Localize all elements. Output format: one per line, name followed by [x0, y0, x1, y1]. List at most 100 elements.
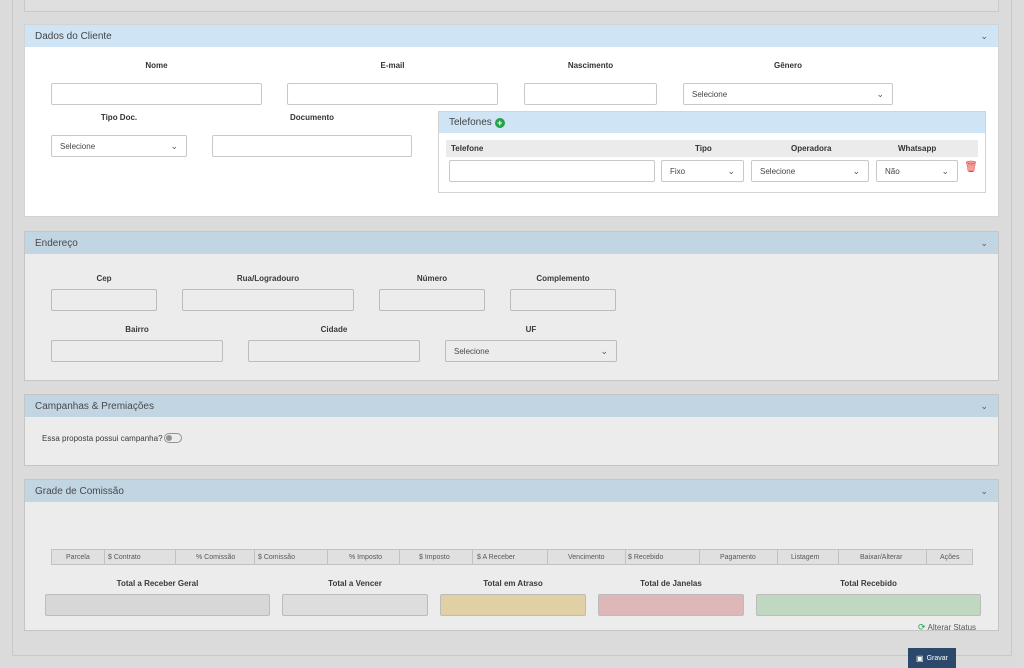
telefones-box: Telefones + Telefone Tipo Operadora What…	[438, 111, 986, 193]
telefone-input[interactable]	[449, 160, 655, 182]
tipo-value: Fixo	[670, 166, 686, 176]
telefones-header: Telefones +	[439, 112, 985, 133]
trash-icon[interactable]: 🗑	[964, 160, 978, 173]
cidade-label: Cidade	[320, 325, 348, 334]
cliente-header[interactable]: Dados do Cliente ⌄	[25, 25, 998, 47]
nome-input[interactable]	[51, 83, 262, 105]
telefones-table-header: Telefone Tipo Operadora Whatsapp	[446, 140, 978, 157]
chevron-down-icon: ⌄	[170, 140, 178, 151]
toggle-knob	[165, 435, 172, 441]
cliente-title: Dados do Cliente	[35, 30, 112, 42]
campanhas-panel: Campanhas & Premiações ⌄ Essa proposta p…	[24, 394, 999, 466]
chevron-down-icon: ⌄	[876, 88, 884, 99]
bairro-label: Bairro	[125, 325, 149, 334]
gravar-button[interactable]: ▣ Gravar	[908, 648, 956, 668]
campanhas-title: Campanhas & Premiações	[35, 400, 154, 412]
genero-label: Gênero	[773, 61, 802, 70]
col-comissao: $ Comissão	[258, 554, 295, 561]
tipo-doc-value: Selecione	[60, 141, 96, 151]
tipo-doc-select[interactable]: Selecione ⌄	[51, 135, 187, 157]
nascimento-input[interactable]	[524, 83, 657, 105]
nome-label: Nome	[145, 61, 168, 70]
col-perc-imposto: % Imposto	[349, 554, 383, 561]
col-perc-comissao: % Comissão	[196, 554, 236, 561]
operadora-select[interactable]: Selecione ⌄	[751, 160, 869, 182]
operadora-value: Selecione	[760, 166, 796, 176]
col-whatsapp: Whatsapp	[898, 144, 937, 153]
col-recebido: $ Recebido	[628, 554, 664, 561]
chevron-down-icon: ⌄	[941, 165, 949, 176]
grade-table-header: Parcela $ Contrato % Comissão $ Comissão…	[51, 549, 973, 565]
grade-header[interactable]: Grade de Comissão ⌄	[25, 480, 998, 502]
endereco-panel: Endereço ⌄ Cep Rua/Logradouro Número Com…	[24, 231, 999, 381]
col-imposto: $ Imposto	[419, 554, 450, 561]
grade-panel: Grade de Comissão ⌄ Parcela $ Contrato %…	[24, 479, 999, 633]
alterar-status-link[interactable]: ⟳ Alterar Status	[918, 622, 976, 633]
nascimento-label: Nascimento	[567, 61, 614, 70]
total-janelas-label: Total de Janelas	[640, 579, 702, 588]
total-recebido-box	[756, 594, 981, 616]
telefones-title: Telefones	[449, 117, 492, 128]
campanha-question-text: Essa proposta possui campanha?	[42, 433, 163, 443]
col-baixar: Baixar/Alterar	[860, 554, 903, 561]
chevron-down-icon[interactable]: ⌄	[980, 401, 988, 412]
total-atraso-label: Total em Atraso	[483, 579, 543, 588]
col-a-receber: $ A Receber	[477, 554, 516, 561]
numero-label: Número	[416, 274, 448, 283]
col-vencimento: Vencimento	[568, 554, 605, 561]
uf-label: UF	[525, 325, 537, 334]
bairro-input[interactable]	[51, 340, 223, 362]
chevron-down-icon: ⌄	[852, 165, 860, 176]
cidade-input[interactable]	[248, 340, 420, 362]
complemento-label: Complemento	[536, 274, 590, 283]
campanha-toggle[interactable]	[163, 433, 182, 443]
total-atraso-box	[440, 594, 586, 616]
tipo-doc-label: Tipo Doc.	[100, 113, 138, 122]
campanhas-header[interactable]: Campanhas & Premiações ⌄	[25, 395, 998, 417]
col-listagem: Listagem	[791, 554, 820, 561]
cep-label: Cep	[96, 274, 112, 283]
previous-panel-edge	[24, 0, 999, 12]
campanha-question: Essa proposta possui campanha?	[42, 433, 182, 443]
col-acoes: Ações	[940, 554, 960, 561]
whatsapp-select[interactable]: Não ⌄	[876, 160, 958, 182]
grade-title: Grade de Comissão	[35, 485, 124, 497]
total-janelas-box	[598, 594, 744, 616]
alterar-status-label: Alterar Status	[927, 623, 977, 632]
col-parcela: Parcela	[66, 554, 90, 561]
endereco-title: Endereço	[35, 237, 78, 249]
numero-input[interactable]	[379, 289, 485, 311]
chevron-down-icon: ⌄	[727, 165, 735, 176]
col-pagamento: Pagamento	[720, 554, 756, 561]
uf-select[interactable]: Selecione ⌄	[445, 340, 617, 362]
endereco-header[interactable]: Endereço ⌄	[25, 232, 998, 254]
gravar-label: Gravar	[926, 654, 948, 662]
save-icon: ▣	[916, 653, 924, 663]
genero-value: Selecione	[692, 89, 728, 99]
genero-select[interactable]: Selecione ⌄	[683, 83, 893, 105]
documento-label: Documento	[290, 113, 334, 122]
chevron-down-icon: ⌄	[600, 345, 608, 356]
chevron-down-icon[interactable]: ⌄	[980, 486, 988, 497]
total-vencer-label: Total a Vencer	[328, 579, 382, 588]
rua-input[interactable]	[182, 289, 354, 311]
total-vencer-box	[282, 594, 428, 616]
rua-label: Rua/Logradouro	[236, 274, 300, 283]
whatsapp-value: Não	[885, 166, 900, 176]
col-contrato: $ Contrato	[108, 554, 141, 561]
email-input[interactable]	[287, 83, 498, 105]
total-recebido-label: Total Recebido	[840, 579, 897, 588]
complemento-input[interactable]	[510, 289, 616, 311]
tipo-select[interactable]: Fixo ⌄	[661, 160, 744, 182]
documento-input[interactable]	[212, 135, 412, 157]
email-label: E-mail	[380, 61, 405, 70]
col-operadora: Operadora	[791, 144, 832, 153]
plus-circle-icon[interactable]: +	[494, 117, 505, 128]
total-receber-label: Total a Receber Geral	[116, 579, 199, 588]
chevron-down-icon[interactable]: ⌄	[980, 238, 988, 249]
chevron-down-icon[interactable]: ⌄	[980, 31, 988, 42]
total-receber-box	[45, 594, 270, 616]
col-tipo: Tipo	[695, 144, 712, 153]
cep-input[interactable]	[51, 289, 157, 311]
col-telefone: Telefone	[451, 144, 484, 153]
